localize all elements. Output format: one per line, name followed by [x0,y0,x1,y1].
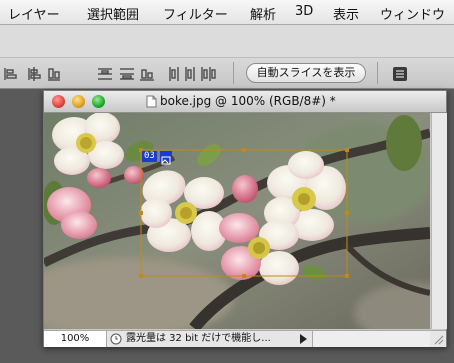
image-canvas[interactable]: 03 [44,113,430,329]
slice-options-icon[interactable] [392,66,408,82]
document-window: boke.jpg @ 100% (RGB/8#) * 03 100% 露光量は … [43,90,447,347]
zoom-level-field[interactable]: 100% [44,331,107,347]
document-icon [146,95,157,108]
status-bar: 100% 露光量は 32 bit だけで機能し... [44,330,446,347]
distribute-right-icon [201,67,216,81]
slice-image-icon [160,151,172,165]
menu-analysis[interactable]: 解析 [250,4,276,23]
auto-slice-button[interactable]: 自動スライスを表示 [246,63,366,83]
slice-number-badge: 03 [142,151,157,162]
document-title: boke.jpg @ 100% (RGB/8#) * [160,94,336,108]
horizontal-scrollbar[interactable] [312,331,430,347]
flower-photo [44,113,430,329]
distribute-left-icon [169,67,179,81]
menu-window[interactable]: ウィンドウ [380,4,445,23]
status-menu-arrow-icon[interactable] [299,334,308,344]
menu-layer[interactable]: レイヤー [8,4,60,23]
close-button[interactable] [52,95,65,108]
application-bar [0,25,454,58]
menu-select[interactable]: 選択範囲 [87,4,139,23]
align-vertical-centers-icon [28,67,41,81]
document-titlebar[interactable]: boke.jpg @ 100% (RGB/8#) * [44,91,446,113]
distribute-bottom-icon [140,69,154,81]
resize-grip-icon[interactable] [432,333,444,345]
menu-view[interactable]: 表示 [333,4,359,23]
align-top-edges-icon [4,68,17,80]
zoom-button[interactable] [92,95,105,108]
menu-filter[interactable]: フィルター [163,4,228,23]
align-bottom-edges-icon [48,68,60,81]
vertical-scrollbar[interactable] [431,113,447,329]
menu-bar: レイヤー 選択範囲 フィルター 解析 3D 表示 ウィンドウ [0,0,454,25]
minimize-button[interactable] [72,95,85,108]
menu-3d[interactable]: 3D [295,4,313,19]
flower [52,113,124,175]
toolbar-separator [377,62,378,84]
distribute-middle-icon [120,68,134,80]
toolbar-separator [233,62,234,84]
distribute-top-icon [98,68,112,80]
clock-icon [110,333,122,345]
align-distribute-icons [4,67,216,81]
status-message: 露光量は 32 bit だけで機能し... [126,333,271,344]
distribute-center-icon [185,67,195,81]
